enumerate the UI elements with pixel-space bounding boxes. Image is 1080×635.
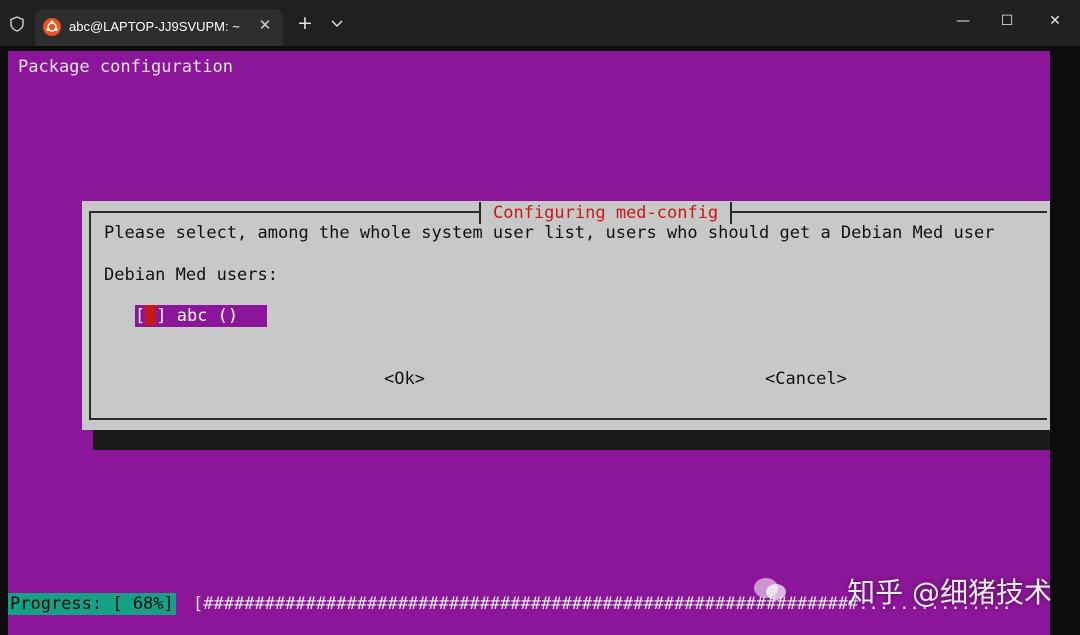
tab-title: abc@LAPTOP-JJ9SVUPM: ~ xyxy=(69,19,240,34)
cancel-button[interactable]: <Cancel> xyxy=(765,369,847,389)
minimize-button[interactable]: — xyxy=(943,8,983,34)
tab-close-icon[interactable]: ✕ xyxy=(255,16,275,34)
dialog-title: Configuring med-config xyxy=(493,203,719,223)
package-config-heading: Package configuration xyxy=(18,57,233,77)
shield-icon[interactable] xyxy=(9,16,25,32)
terminal-tab[interactable]: abc@LAPTOP-JJ9SVUPM: ~ ✕ xyxy=(35,9,283,46)
terminal-area[interactable]: Package configuration Configuring med-co… xyxy=(0,46,1080,635)
user-checkbox-item[interactable]: [ ] abc () xyxy=(135,305,267,327)
chevron-down-icon[interactable] xyxy=(327,13,347,33)
new-tab-button[interactable]: + xyxy=(295,12,315,34)
ubuntu-icon xyxy=(43,18,61,36)
dialog-prompt: Please select, among the whole system us… xyxy=(104,223,995,243)
user-item-label: ] abc () xyxy=(156,306,239,326)
users-label: Debian Med users: xyxy=(104,265,278,285)
close-window-button[interactable]: ✕ xyxy=(1035,8,1075,34)
wechat-icon xyxy=(754,578,786,600)
config-dialog: Configuring med-config Please select, am… xyxy=(82,201,1058,430)
watermark: 知乎 @细猪技术 xyxy=(847,576,1052,609)
checkbox-open: [ xyxy=(135,306,146,326)
window-titlebar: abc@LAPTOP-JJ9SVUPM: ~ ✕ + — ☐ ✕ xyxy=(0,0,1080,46)
scrollbar[interactable] xyxy=(1050,51,1080,635)
dialog-title-wrap: Configuring med-config xyxy=(479,201,733,225)
title-divider-right xyxy=(730,202,733,224)
ok-button[interactable]: <Ok> xyxy=(384,369,425,389)
terminal-background: Package configuration Configuring med-co… xyxy=(8,51,1058,635)
progress-label: Progress: [ 68%] xyxy=(8,593,176,615)
dialog-shadow xyxy=(93,430,1058,450)
cursor-block xyxy=(145,305,157,325)
maximize-button[interactable]: ☐ xyxy=(987,8,1027,34)
